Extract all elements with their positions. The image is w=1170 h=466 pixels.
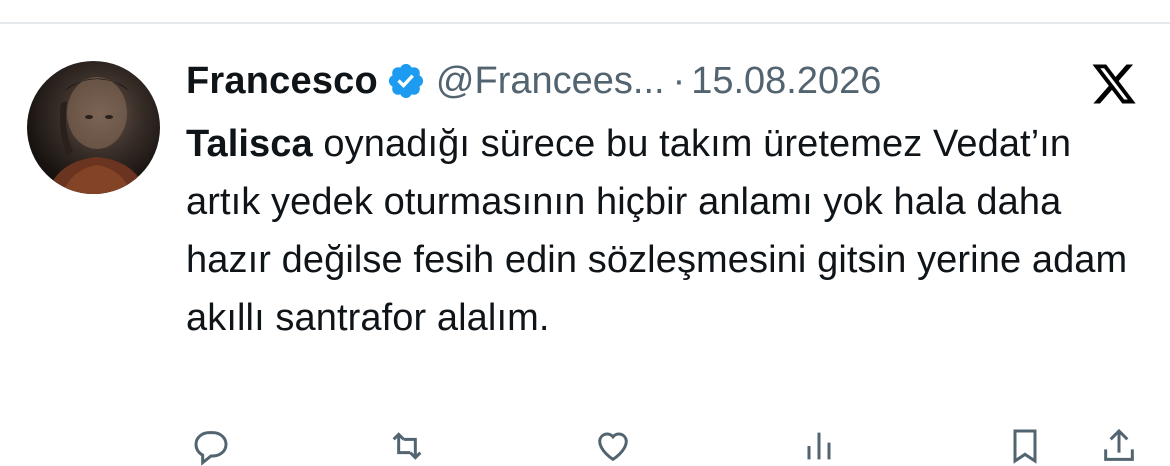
verified-badge-icon xyxy=(388,63,423,99)
author-name[interactable]: Francesco xyxy=(186,60,378,103)
like-icon[interactable] xyxy=(592,426,634,466)
x-logo-icon[interactable] xyxy=(1089,60,1139,108)
tweet-actions xyxy=(186,420,1146,466)
tweet-date[interactable]: 15.08.2026 xyxy=(691,60,881,103)
retweet-icon[interactable] xyxy=(386,426,428,466)
share-icon[interactable] xyxy=(1098,426,1140,466)
tweet-text: Talisca oynadığı sürece bu takım üreteme… xyxy=(186,115,1146,347)
bookmark-icon[interactable] xyxy=(1004,426,1046,466)
tweet-header: Francesco @Francees... · 15.08.2026 xyxy=(186,56,881,106)
tweet-mention-talisca[interactable]: Talisca xyxy=(186,123,313,165)
avatar[interactable] xyxy=(27,61,160,194)
views-icon[interactable] xyxy=(798,426,840,466)
top-divider xyxy=(0,22,1170,24)
author-handle[interactable]: @Francees... xyxy=(436,60,665,103)
avatar-photo xyxy=(47,77,147,194)
reply-icon[interactable] xyxy=(190,426,232,466)
tweet-body: oynadığı sürece bu takım üretemez Vedat’… xyxy=(186,123,1128,339)
separator-dot: · xyxy=(672,59,686,102)
